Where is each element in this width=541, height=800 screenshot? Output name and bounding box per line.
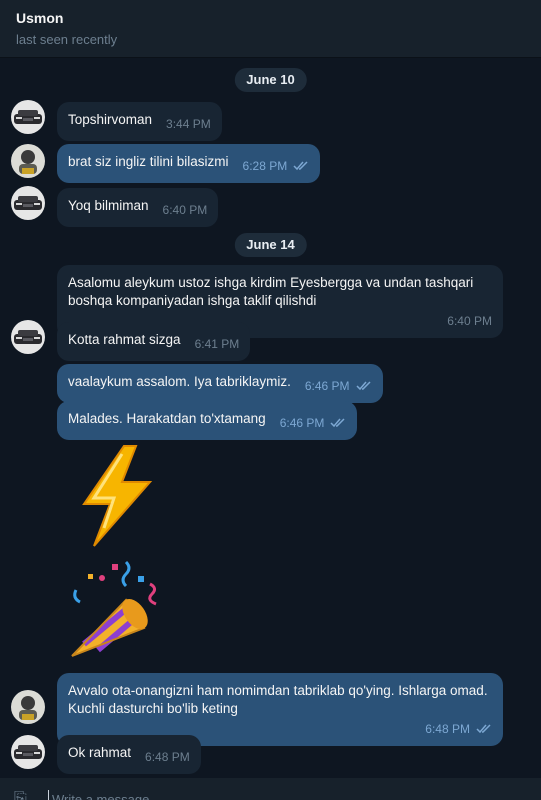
contact-status: last seen recently (16, 32, 118, 47)
message-bubble[interactable]: Yoq bilmiman 6:40 PM (57, 188, 219, 227)
lightning-sticker[interactable] (76, 444, 156, 553)
date-separator: June 14 (234, 233, 307, 257)
message-bubble[interactable]: Ok rahmat 6:48 PM (57, 735, 201, 774)
contact-name[interactable]: Usmon (16, 10, 525, 26)
message-time: 6:41 PM (194, 337, 240, 351)
message-list[interactable]: June 10 Topshirvoman 3:44 PM brat siz ing… (0, 58, 541, 778)
party-popper-sticker[interactable] (64, 560, 168, 673)
user-avatar-icon (11, 690, 45, 724)
contact-avatar[interactable] (11, 735, 45, 769)
message-bubble[interactable]: Malades. Harakatdan to'xtamang 6:46 PM (57, 401, 358, 440)
read-ticks-icon (330, 418, 345, 428)
message-text: Topshirvoman (68, 112, 153, 127)
contact-avatar[interactable] (11, 100, 45, 134)
car-avatar-icon (11, 320, 45, 354)
message-text: Yoq bilmiman (68, 198, 149, 213)
car-avatar-icon (11, 186, 45, 220)
message-time: 6:46 PM (280, 414, 347, 432)
car-avatar-icon (11, 100, 45, 134)
lightning-icon (82, 445, 153, 547)
message-time: 6:46 PM (305, 377, 372, 395)
message-text: Avvalo ota-onangizni ham nomimdan tabrik… (68, 683, 488, 716)
message-text: brat siz ingliz tilini bilasizmi (68, 154, 229, 169)
read-ticks-icon (293, 161, 308, 171)
message-bubble[interactable]: Topshirvoman 3:44 PM (57, 102, 222, 141)
contact-avatar[interactable] (11, 320, 45, 354)
chat-header[interactable]: Usmon last seen recently (0, 0, 541, 58)
message-time: 6:40 PM (162, 203, 208, 217)
read-ticks-icon (476, 724, 491, 734)
message-text: Ok rahmat (68, 745, 132, 760)
message-bubble[interactable]: Kotta rahmat sizga 6:41 PM (57, 322, 251, 361)
car-avatar-icon (11, 735, 45, 769)
message-text: vaalaykum assalom. Iya tabriklaymiz. (68, 374, 291, 389)
message-bubble[interactable]: brat siz ingliz tilini bilasizmi 6:28 PM (57, 144, 321, 183)
message-text: Malades. Harakatdan to'xtamang (68, 411, 266, 426)
message-text: Asalomu aleykum ustoz ishga kirdim Eyesb… (68, 275, 474, 308)
message-input[interactable] (52, 788, 492, 800)
read-ticks-icon (356, 381, 371, 391)
paperclip-icon[interactable]: ⎘ (14, 790, 27, 800)
message-time: 6:28 PM (243, 157, 310, 175)
date-separator: June 10 (234, 68, 307, 92)
user-avatar[interactable] (11, 144, 45, 178)
user-avatar[interactable] (11, 690, 45, 724)
user-avatar-icon (11, 144, 45, 178)
text-cursor (48, 790, 49, 800)
party-popper-icon (71, 560, 157, 657)
message-time: 3:44 PM (166, 117, 211, 131)
message-composer[interactable]: ⎘ (0, 778, 541, 800)
contact-avatar[interactable] (11, 186, 45, 220)
message-text: Kotta rahmat sizga (68, 332, 181, 347)
message-time: 6:48 PM (145, 750, 190, 764)
message-bubble[interactable]: vaalaykum assalom. Iya tabriklaymiz. 6:46… (57, 364, 383, 403)
